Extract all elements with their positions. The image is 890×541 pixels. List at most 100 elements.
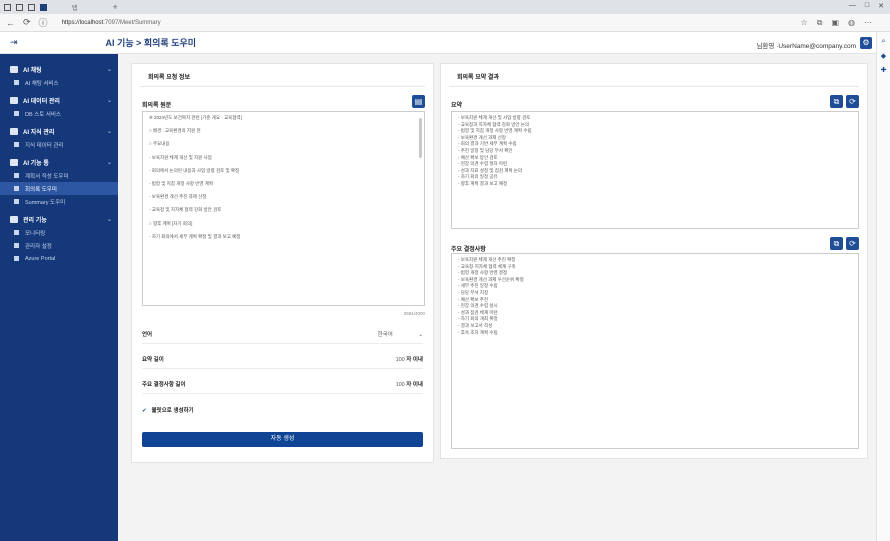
- url-field[interactable]: https://localhost:7097/Meet/Summary: [62, 20, 161, 26]
- text-line: [149, 135, 418, 142]
- decisions-output[interactable]: - 보육지원 체계 개선 추진 확정 - 교육청·지자체 협력 체계 구축 - 법령…: [451, 253, 859, 449]
- setting-value: 100: [395, 382, 405, 388]
- page-title: AI 기능 > 회의록 도우미: [105, 38, 197, 48]
- menu-toggle-icon[interactable]: ⇥: [10, 37, 18, 48]
- item-icon: [14, 142, 19, 147]
- text-line: [149, 201, 418, 208]
- copilot-icon[interactable]: ◆: [877, 52, 890, 60]
- sidebar-item-azure-portal[interactable]: Azure Portal: [0, 252, 118, 265]
- workspaces-icon[interactable]: [28, 3, 35, 11]
- text-line: - 교육청과 지자체 협력 강화 방안 논의: [458, 121, 530, 127]
- site-favicon-icon: [40, 3, 47, 11]
- site-info-icon[interactable]: ⓘ: [39, 16, 48, 29]
- sidebar-group-admin[interactable]: 관리 기능 ⌄: [0, 212, 118, 226]
- text-line: [149, 122, 418, 129]
- text-line: - 교육청·지자체 협력 체계 구축: [458, 263, 516, 269]
- summary-output[interactable]: - 보육지원 체계 개선 및 사업 방향 검토 - 교육청과 지자체 협력 강화 …: [451, 111, 859, 229]
- favorite-icon[interactable]: ☆: [801, 18, 808, 28]
- decisions-label: 주요 결정사항: [451, 247, 486, 253]
- text-line: [149, 227, 418, 234]
- maximize-icon[interactable]: □: [865, 2, 869, 10]
- sidebar-item-admin-settings[interactable]: 관리자 설정: [0, 239, 118, 252]
- profile-icon[interactable]: ◍: [848, 18, 855, 28]
- item-icon: [14, 243, 19, 248]
- sidebar-group-label: 관리 기능: [23, 217, 47, 224]
- browser-tab[interactable]: 탭: [72, 3, 78, 12]
- window-icon[interactable]: [4, 3, 11, 11]
- sidebar-group-label: AI 채팅: [23, 67, 42, 74]
- user-greeting: 님환영 ·UserName@company.com: [756, 43, 856, 50]
- window-controls: — □ ✕: [849, 2, 884, 10]
- item-icon: [14, 199, 19, 204]
- text-line: - 예산 확보 추진: [458, 296, 489, 302]
- text-line: - 보육환경 개선 과제 우선순위 확정: [458, 276, 524, 282]
- sidebar-item-label: AI 채팅 서비스: [25, 80, 59, 87]
- text-line: - 회의에서 논의된 내용과 사업 방향 검토 및 확정: [149, 167, 240, 173]
- text-line: - 법령 개정 사항 반영 결정: [458, 270, 508, 276]
- text-line: - 보육환경 개선 과제 선정: [458, 134, 506, 140]
- close-icon[interactable]: ✕: [878, 2, 884, 10]
- decision-length-input[interactable]: 100 자 이내: [396, 380, 423, 388]
- result-panel-title: 회의록 요약 결과: [457, 75, 499, 81]
- sidebar-item-knowledge-data[interactable]: 지식 데이터 관리: [0, 138, 118, 151]
- sidebar-group-label: AI 지식 관리: [23, 129, 55, 136]
- sidebar-item-db-service[interactable]: DB 스토 서비스: [0, 107, 118, 120]
- divider: [140, 86, 425, 87]
- text-line: [149, 174, 418, 181]
- sidebar-item-label: 지식 데이터 관리: [25, 142, 64, 149]
- sidebar-item-summary-helper[interactable]: Summary 도우미: [0, 195, 118, 208]
- summary-label: 요약: [451, 103, 463, 109]
- refresh-summary-button[interactable]: ⟳: [846, 95, 859, 108]
- text-line: - 세부 추진 일정 수립: [458, 283, 498, 289]
- tab-actions-icon[interactable]: [16, 3, 23, 11]
- item-icon: [14, 256, 19, 261]
- sidebar-group-data[interactable]: AI 데이터 관리 ⌄: [0, 93, 118, 107]
- scrollbar[interactable]: [419, 118, 422, 158]
- tools-icon[interactable]: ✚: [877, 66, 890, 74]
- sidebar-item-label: 계획서 작성 도우미: [25, 173, 69, 180]
- search-icon[interactable]: ⌕: [877, 38, 890, 46]
- collections-icon[interactable]: ▣: [831, 18, 839, 28]
- extensions-icon[interactable]: ⧉: [817, 18, 823, 28]
- summary-length-input[interactable]: 100 자 이내: [396, 355, 423, 363]
- copy-decisions-button[interactable]: ⧉: [830, 237, 843, 250]
- item-icon: [14, 173, 19, 178]
- sidebar-item-monitoring[interactable]: 모니터링: [0, 226, 118, 239]
- check-icon: ✔: [142, 408, 147, 414]
- item-icon: [14, 80, 19, 85]
- settings-icon[interactable]: ⋯: [864, 18, 872, 28]
- sidebar-group-ai-chat[interactable]: AI 채팅 ⌄: [0, 62, 118, 76]
- book-icon: [10, 127, 18, 135]
- meeting-content-textarea[interactable]: ※ 2024년도 보건복지 관련 [기준 개요 · 교육협력] ○ 배경 : 교…: [142, 111, 425, 306]
- text-line: [149, 188, 418, 195]
- copy-summary-button[interactable]: ⧉: [830, 95, 843, 108]
- sidebar-group-knowledge[interactable]: AI 지식 관리 ⌄: [0, 124, 118, 138]
- text-line: - 추진 일정 및 담당 부서 확인: [458, 147, 513, 153]
- user-menu-button[interactable]: ⚙: [860, 37, 872, 49]
- url-path: :7097/Meet/Summary: [103, 19, 161, 26]
- sidebar-group-ai-functions[interactable]: AI 기능 통 ⌄: [0, 155, 118, 169]
- back-icon[interactable]: ←: [6, 18, 15, 28]
- result-panel: 회의록 요약 결과 요약 ⧉ ⟳ - 보육지원 체계 개선 및 사업 방향 검토…: [440, 63, 868, 459]
- browser-side-panel: ⌕ ◆ ✚: [876, 32, 890, 541]
- chat-icon: [10, 65, 18, 73]
- item-icon: [14, 111, 19, 116]
- sidebar-item-meeting-helper[interactable]: 회의록 도우미: [0, 182, 118, 195]
- sidebar-item-chat-service[interactable]: AI 채팅 서비스: [0, 76, 118, 89]
- language-select[interactable]: 한국어 ⌄: [378, 330, 423, 338]
- text-line: - 보육환경 개선 추진 과제 선정: [149, 194, 207, 200]
- chevron-down-icon: ⌄: [106, 159, 112, 166]
- text-line: - 결과 보고서 작성: [458, 322, 493, 328]
- minimize-icon[interactable]: —: [849, 2, 856, 10]
- bullet-checkbox[interactable]: ✔ 불릿으로 생성하기: [142, 406, 194, 414]
- new-tab-button[interactable]: +: [113, 2, 118, 12]
- upload-file-button[interactable]: ▤: [412, 95, 425, 108]
- refresh-decisions-button[interactable]: ⟳: [846, 237, 859, 250]
- browser-addressbar: ← ⟳ ⓘ https://localhost:7097/Meet/Summar…: [0, 14, 890, 32]
- refresh-icon[interactable]: ⟳: [23, 17, 31, 28]
- setting-unit: 자 이내: [406, 357, 423, 363]
- generate-button[interactable]: 자동 생성: [142, 432, 423, 447]
- text-line: - 보육지원 체계 개선 및 사업 방향 검토: [458, 115, 531, 120]
- sidebar-item-plan-helper[interactable]: 계획서 작성 도우미: [0, 169, 118, 182]
- language-setting: 언어 한국어 ⌄: [142, 322, 423, 344]
